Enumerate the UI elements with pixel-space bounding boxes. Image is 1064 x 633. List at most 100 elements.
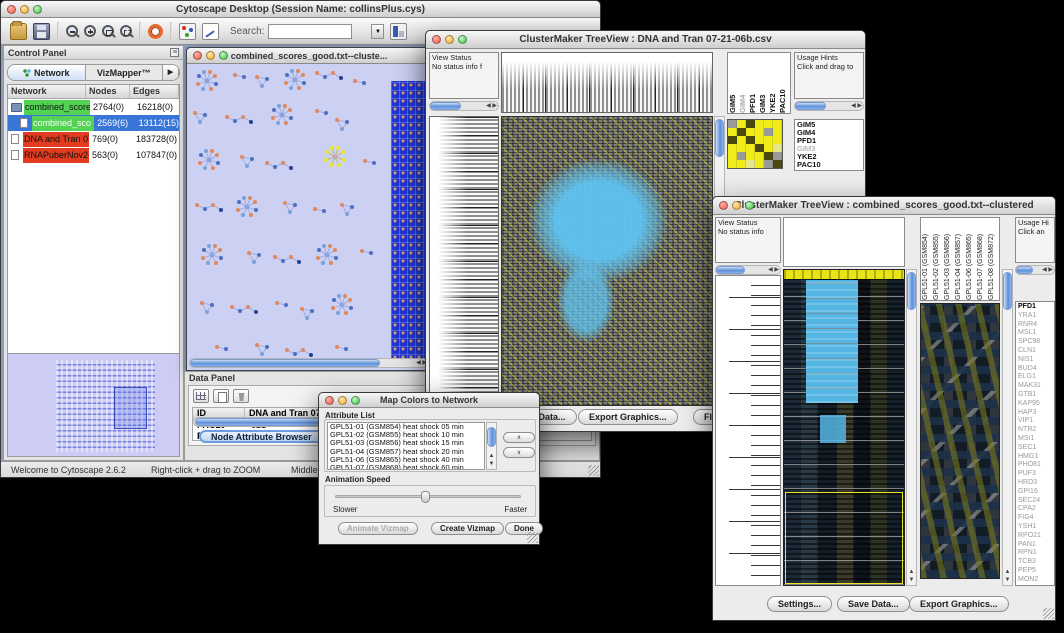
close-button[interactable] [193, 51, 202, 60]
tv1-hints-scrollbar[interactable]: ◀ ▶ [794, 101, 864, 111]
toolbar-icon[interactable] [84, 25, 96, 37]
main-titlebar[interactable]: Cytoscape Desktop (Session Name: collins… [1, 1, 600, 18]
move-up-button[interactable]: ∧ [503, 432, 535, 443]
tv2-zoom-heatmap[interactable] [920, 303, 1000, 579]
tv2-titlebar[interactable]: ClusterMaker TreeView : combined_scores_… [713, 197, 1055, 215]
toolbar-icon[interactable] [139, 22, 141, 40]
network-row[interactable]: combined_scores 2764(0) 16218(0) [8, 99, 179, 115]
gene-label[interactable]: NIS1 [1018, 356, 1052, 365]
toolbar-icon[interactable] [66, 25, 78, 37]
tab-network[interactable]: Network [8, 65, 86, 80]
minimize-button[interactable] [338, 396, 347, 405]
tv1-global-heatmap[interactable] [501, 116, 713, 406]
gene-label[interactable]: SPC98 [1018, 338, 1052, 347]
gene-label[interactable]: GPI16 [1018, 488, 1052, 497]
toolbar-icon[interactable] [33, 23, 50, 40]
minimize-button[interactable] [20, 5, 29, 14]
tv2-heatmap-scrollbar[interactable]: ▲▼ [906, 269, 917, 586]
gene-label[interactable]: PEP5 [1018, 567, 1052, 576]
gene-label[interactable]: MON2 [1018, 576, 1052, 585]
overview-viewport-rect[interactable] [114, 387, 146, 430]
speed-slider-thumb[interactable] [421, 491, 430, 503]
resize-grip[interactable] [527, 532, 538, 543]
network-view-titlebar[interactable]: combined_scores_good.txt--cluste... [187, 48, 431, 64]
minimize-button[interactable] [732, 201, 741, 210]
tv1-titlebar[interactable]: ClusterMaker TreeView : DNA and Tran 07-… [426, 31, 865, 49]
gene-label[interactable]: HAP3 [1018, 409, 1052, 418]
resize-grip[interactable] [1043, 608, 1054, 619]
tv2-global-heatmap[interactable] [783, 269, 905, 586]
zoom-button[interactable] [458, 35, 467, 44]
zoom-button[interactable] [219, 51, 228, 60]
network-row[interactable]: combined_sco 2569(6) 13112(15) [8, 115, 179, 131]
tv2-column-dendrogram[interactable] [783, 217, 905, 267]
resize-grip[interactable] [588, 465, 599, 476]
tv1-zoom-heatmap[interactable] [727, 119, 783, 169]
export-graphics-button[interactable]: Export Graphics... [909, 596, 1009, 612]
gene-label[interactable]: FIG4 [1018, 514, 1052, 523]
gene-label[interactable]: MAK31 [1018, 382, 1052, 391]
move-down-button[interactable]: ∨ [503, 447, 535, 458]
network-canvas[interactable]: ◀ ▶ [187, 65, 431, 370]
tv2-gene-scrollbar[interactable]: ▲▼ [1002, 269, 1013, 586]
minimize-button[interactable] [206, 51, 215, 60]
minimize-button[interactable] [445, 35, 454, 44]
attribute-list-scrollbar[interactable]: ▲▼ [486, 422, 497, 470]
gene-label[interactable]: NTR2 [1018, 426, 1052, 435]
gene-label[interactable]: MSI1 [1018, 435, 1052, 444]
save-data-button[interactable]: Save Data... [837, 596, 910, 612]
tv2-status-scrollbar[interactable]: ◀ ▶ [715, 265, 781, 275]
gene-label[interactable]: CLN1 [1018, 347, 1052, 356]
gene-label[interactable]: VIP1 [1018, 417, 1052, 426]
toolbar-icon[interactable] [170, 22, 172, 40]
zoom-button[interactable] [745, 201, 754, 210]
close-button[interactable] [325, 396, 334, 405]
select-attributes-icon[interactable] [193, 389, 209, 403]
toolbar-icon[interactable] [120, 25, 132, 37]
tv2-row-dendrogram[interactable] [715, 275, 781, 586]
zoom-button[interactable] [351, 396, 360, 405]
float-panel-icon[interactable] [170, 48, 179, 57]
attribute-list-item[interactable]: GPL51-07 (GSM868) heat shock 60 min [328, 464, 484, 470]
network-row[interactable]: RNAPuberNov2+ 563(0) 107847(0) [8, 147, 179, 163]
close-button[interactable] [719, 201, 728, 210]
search-input[interactable] [268, 24, 352, 39]
heatmap-selection-rect[interactable] [785, 492, 903, 584]
network-table-header[interactable]: Network Nodes Edges [8, 85, 179, 99]
new-attribute-icon[interactable] [213, 389, 229, 403]
gene-label[interactable]: YSH1 [1018, 523, 1052, 532]
gene-label[interactable]: PAN1 [1018, 541, 1052, 550]
gene-label[interactable]: PFD1 [1018, 303, 1052, 312]
network-overview-panel[interactable] [7, 353, 180, 457]
gene-label[interactable]: PAC10 [797, 161, 861, 169]
gene-label[interactable]: RPN1 [1018, 549, 1052, 558]
create-vizmap-button[interactable]: Create Vizmap [431, 522, 504, 535]
speed-slider[interactable] [335, 495, 521, 498]
network-horizontal-scrollbar[interactable]: ◀ ▶ [189, 358, 429, 368]
search-dropdown-arrow-icon[interactable]: ▼ [371, 24, 384, 39]
toolbar-icon[interactable] [179, 23, 196, 40]
settings-button[interactable]: Settings... [767, 596, 832, 612]
gene-label[interactable]: KAP95 [1018, 400, 1052, 409]
gene-label[interactable]: ELG1 [1018, 373, 1052, 382]
gene-label[interactable]: RPO21 [1018, 532, 1052, 541]
gene-label[interactable]: TCB3 [1018, 558, 1052, 567]
tv1-row-dendrogram[interactable] [429, 116, 499, 406]
gene-label[interactable]: PUF3 [1018, 470, 1052, 479]
more-tabs-arrow[interactable]: ▶ [163, 65, 179, 80]
gene-label[interactable]: MSL1 [1018, 329, 1052, 338]
toolbar-icon[interactable] [102, 25, 114, 37]
plugin-icon[interactable] [390, 23, 407, 40]
gene-label[interactable]: SEC1 [1018, 444, 1052, 453]
gene-label[interactable]: RNR4 [1018, 321, 1052, 330]
toolbar-icon[interactable] [10, 23, 27, 40]
gene-label[interactable]: SEC24 [1018, 497, 1052, 506]
close-button[interactable] [7, 5, 16, 14]
tv2-hints-scrollbar[interactable]: ◀ ▶ [1015, 265, 1055, 275]
zoom-button[interactable] [33, 5, 42, 14]
toolbar-icon[interactable] [148, 24, 163, 39]
gene-label[interactable]: YRA1 [1018, 312, 1052, 321]
gene-label[interactable]: BUD4 [1018, 365, 1052, 374]
toolbar-icon[interactable] [57, 22, 59, 40]
attribute-listbox[interactable]: GPL51-01 (GSM854) heat shock 05 minGPL51… [327, 422, 485, 470]
